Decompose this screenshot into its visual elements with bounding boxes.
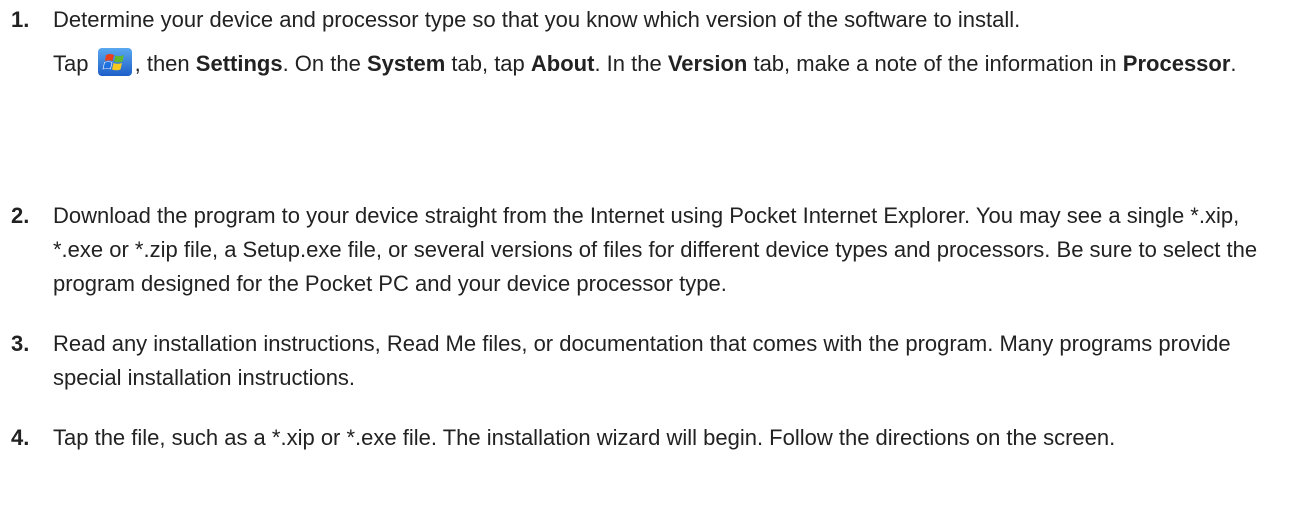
step-number: 4.	[11, 425, 30, 450]
processor-label: Processor	[1122, 51, 1231, 76]
system-label: System	[366, 51, 446, 76]
settings-label: Settings	[195, 51, 283, 76]
step-text: Read any installation instructions, Read…	[53, 331, 1231, 390]
step-text: Download the program to your device stra…	[53, 203, 1258, 296]
step-body: Tap the file, such as a *.xip or *.exe f…	[53, 421, 1281, 455]
step-number: 1.	[11, 7, 30, 32]
about-label: About	[530, 51, 595, 76]
step-body: Read any installation instructions, Read…	[53, 327, 1281, 395]
step-body: Download the program to your device stra…	[53, 199, 1281, 301]
version-label: Version	[667, 51, 748, 76]
step-number: 3.	[11, 331, 30, 356]
step-text: Tap the file, such as a *.xip or *.exe f…	[53, 425, 1116, 450]
step-detail: Tap , then Settings. On the System tab, …	[53, 47, 1281, 81]
windows-start-icon	[97, 48, 132, 76]
step-text: Determine your device and processor type…	[53, 7, 1021, 32]
step-number: 2.	[11, 203, 30, 228]
step-body: Determine your device and processor type…	[53, 3, 1281, 81]
